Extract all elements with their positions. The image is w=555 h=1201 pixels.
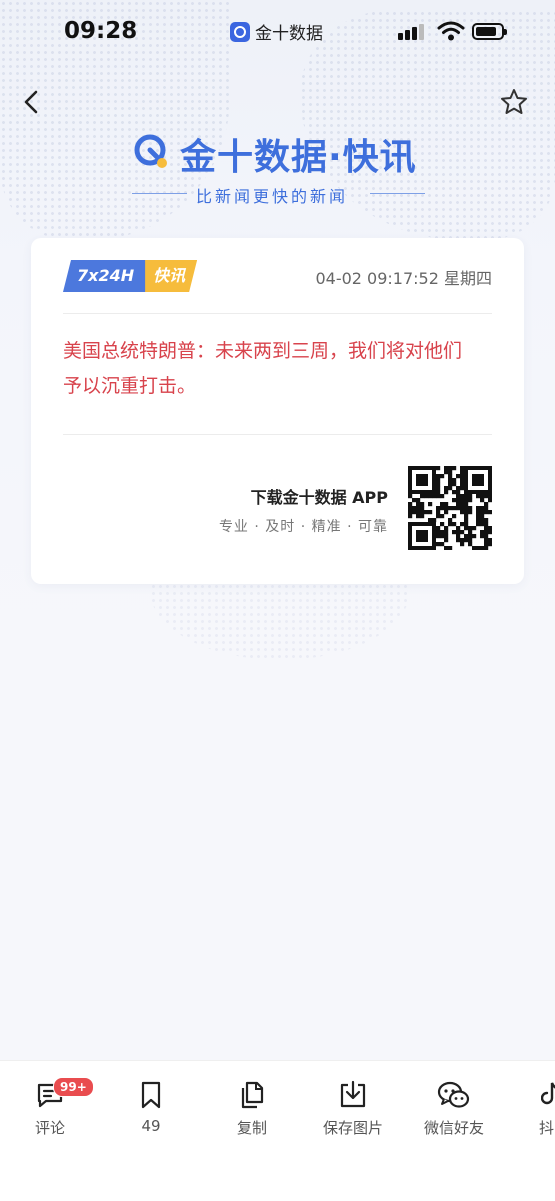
tag-flash: 快讯 (145, 260, 197, 292)
tag-7x24h: 7x24H (63, 260, 147, 292)
qr-code-icon (408, 466, 492, 550)
bottom-toolbar: 评论 99+ 49 复制 保存图片 微信好友 抖 (0, 1060, 555, 1201)
status-bar: 09:28 金十数据 (0, 0, 555, 64)
copy-button[interactable]: 复制 (207, 1079, 297, 1138)
jin10-logo-icon (134, 134, 167, 168)
battery-icon (472, 23, 507, 40)
douyin-label: 抖 (539, 1119, 555, 1137)
copy-label: 复制 (236, 1119, 267, 1137)
news-timestamp: 04-02 09:17:52 星期四 (315, 269, 492, 288)
comment-button[interactable]: 评论 99+ (5, 1077, 95, 1138)
wifi-icon (437, 21, 465, 41)
status-app-name: 金十数据 (255, 24, 323, 44)
douyin-icon (541, 1082, 555, 1105)
promo-title: 下载金十数据 APP (250, 488, 388, 507)
bookmark-count: 49 (141, 1117, 161, 1135)
save-image-button[interactable]: 保存图片 (308, 1079, 398, 1138)
divider-line (132, 193, 187, 194)
comment-label: 评论 (34, 1119, 65, 1137)
status-time: 09:28 (64, 18, 138, 44)
back-arrow-icon[interactable] (20, 88, 44, 116)
flash-news-card: 7x24H 快讯 04-02 09:17:52 星期四 美国总统特朗普：未来两到… (31, 238, 524, 584)
brand-header: 金十数据·快讯 比新闻更快的新闻 (0, 128, 555, 208)
brand-title: 金十数据·快讯 (180, 137, 417, 178)
divider-line (370, 193, 425, 194)
divider (63, 313, 492, 314)
bookmark-icon (141, 1081, 161, 1109)
download-promo: 下载金十数据 APP 专业 · 及时 · 精准 · 可靠 (31, 466, 524, 558)
status-app-indicator: 金十数据 (230, 19, 323, 44)
brand-subtitle: 比新闻更快的新闻 (196, 187, 349, 206)
news-content: 美国总统特朗普：未来两到三周，我们将对他们予以沉重打击。 (63, 340, 463, 397)
flash-tag: 7x24H 快讯 (63, 260, 197, 292)
wechat-share-button[interactable]: 微信好友 (409, 1079, 499, 1138)
copy-icon (241, 1081, 264, 1109)
comment-count-badge: 99+ (53, 1077, 94, 1097)
promo-subtitle: 专业 · 及时 · 精准 · 可靠 (218, 519, 388, 535)
bookmark-button[interactable]: 49 (106, 1079, 196, 1135)
douyin-share-button[interactable]: 抖 (503, 1079, 555, 1138)
favorite-star-icon[interactable] (499, 87, 529, 117)
app-icon (230, 21, 250, 42)
wechat-label: 微信好友 (423, 1119, 484, 1137)
download-icon (340, 1080, 366, 1108)
save-image-label: 保存图片 (322, 1119, 383, 1137)
cellular-signal-icon (398, 24, 424, 40)
wechat-icon (437, 1081, 470, 1108)
divider (63, 434, 492, 435)
